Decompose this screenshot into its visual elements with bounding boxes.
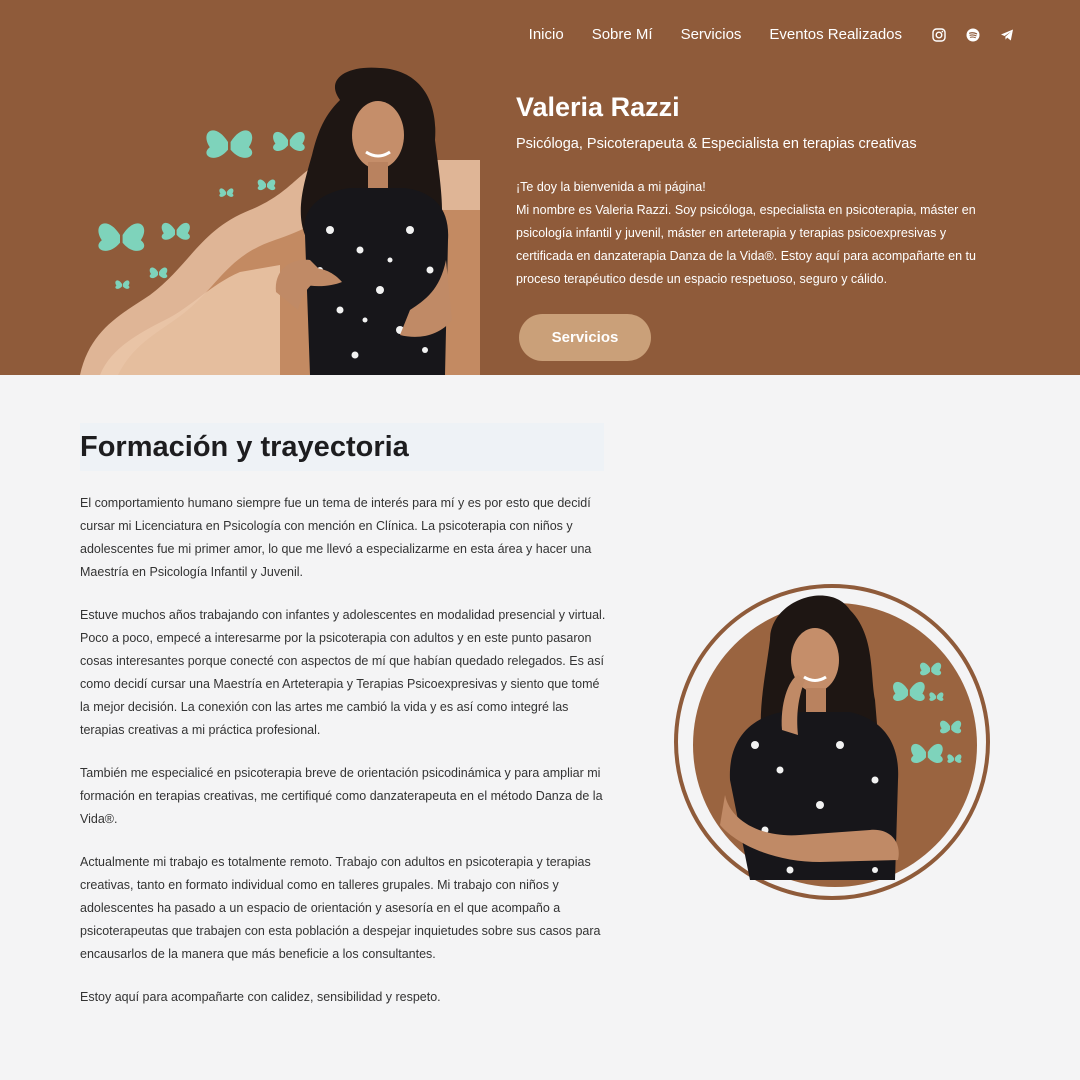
nav-item-servicios[interactable]: Servicios <box>681 24 742 46</box>
nav-item-sobre-mi[interactable]: Sobre Mí <box>592 24 653 46</box>
about-section: Formación y trayectoria El comportamient… <box>0 375 1080 1080</box>
social-links <box>932 28 1014 42</box>
nav-item-eventos[interactable]: Eventos Realizados <box>769 24 902 46</box>
about-paragraphs: El comportamiento humano siempre fue un … <box>80 492 608 1029</box>
circular-portrait <box>670 580 994 904</box>
hero-welcome: ¡Te doy la bienvenida a mi página! <box>516 180 706 194</box>
hero-text-block: Valeria Razzi Psicóloga, Psicoterapeuta … <box>516 90 1006 291</box>
services-button[interactable]: Servicios <box>519 314 651 361</box>
telegram-icon[interactable] <box>1000 28 1014 42</box>
nav-item-inicio[interactable]: Inicio <box>529 24 564 46</box>
hero-section: Inicio Sobre Mí Servicios Eventos Realiz… <box>0 0 1080 375</box>
paragraph: Estoy aquí para acompañarte con calidez,… <box>80 990 441 1004</box>
hero-subtitle: Psicóloga, Psicoterapeuta & Especialista… <box>516 136 917 152</box>
spotify-icon[interactable] <box>966 28 980 42</box>
paragraph: Estuve muchos años trabajando con infant… <box>80 608 606 737</box>
paragraph: Actualmente mi trabajo es totalmente rem… <box>80 855 601 961</box>
instagram-icon[interactable] <box>932 28 946 42</box>
hero-name: Valeria Razzi <box>516 92 680 122</box>
main-nav: Inicio Sobre Mí Servicios Eventos Realiz… <box>529 24 1014 46</box>
paragraph: El comportamiento humano siempre fue un … <box>80 496 592 579</box>
hero-illustration <box>80 60 480 375</box>
paragraph: También me especialicé en psicoterapia b… <box>80 766 603 826</box>
hero-bio: Mi nombre es Valeria Razzi. Soy psicólog… <box>516 203 976 286</box>
section-title: Formación y trayectoria <box>80 431 409 463</box>
section-title-box: Formación y trayectoria <box>80 423 604 471</box>
